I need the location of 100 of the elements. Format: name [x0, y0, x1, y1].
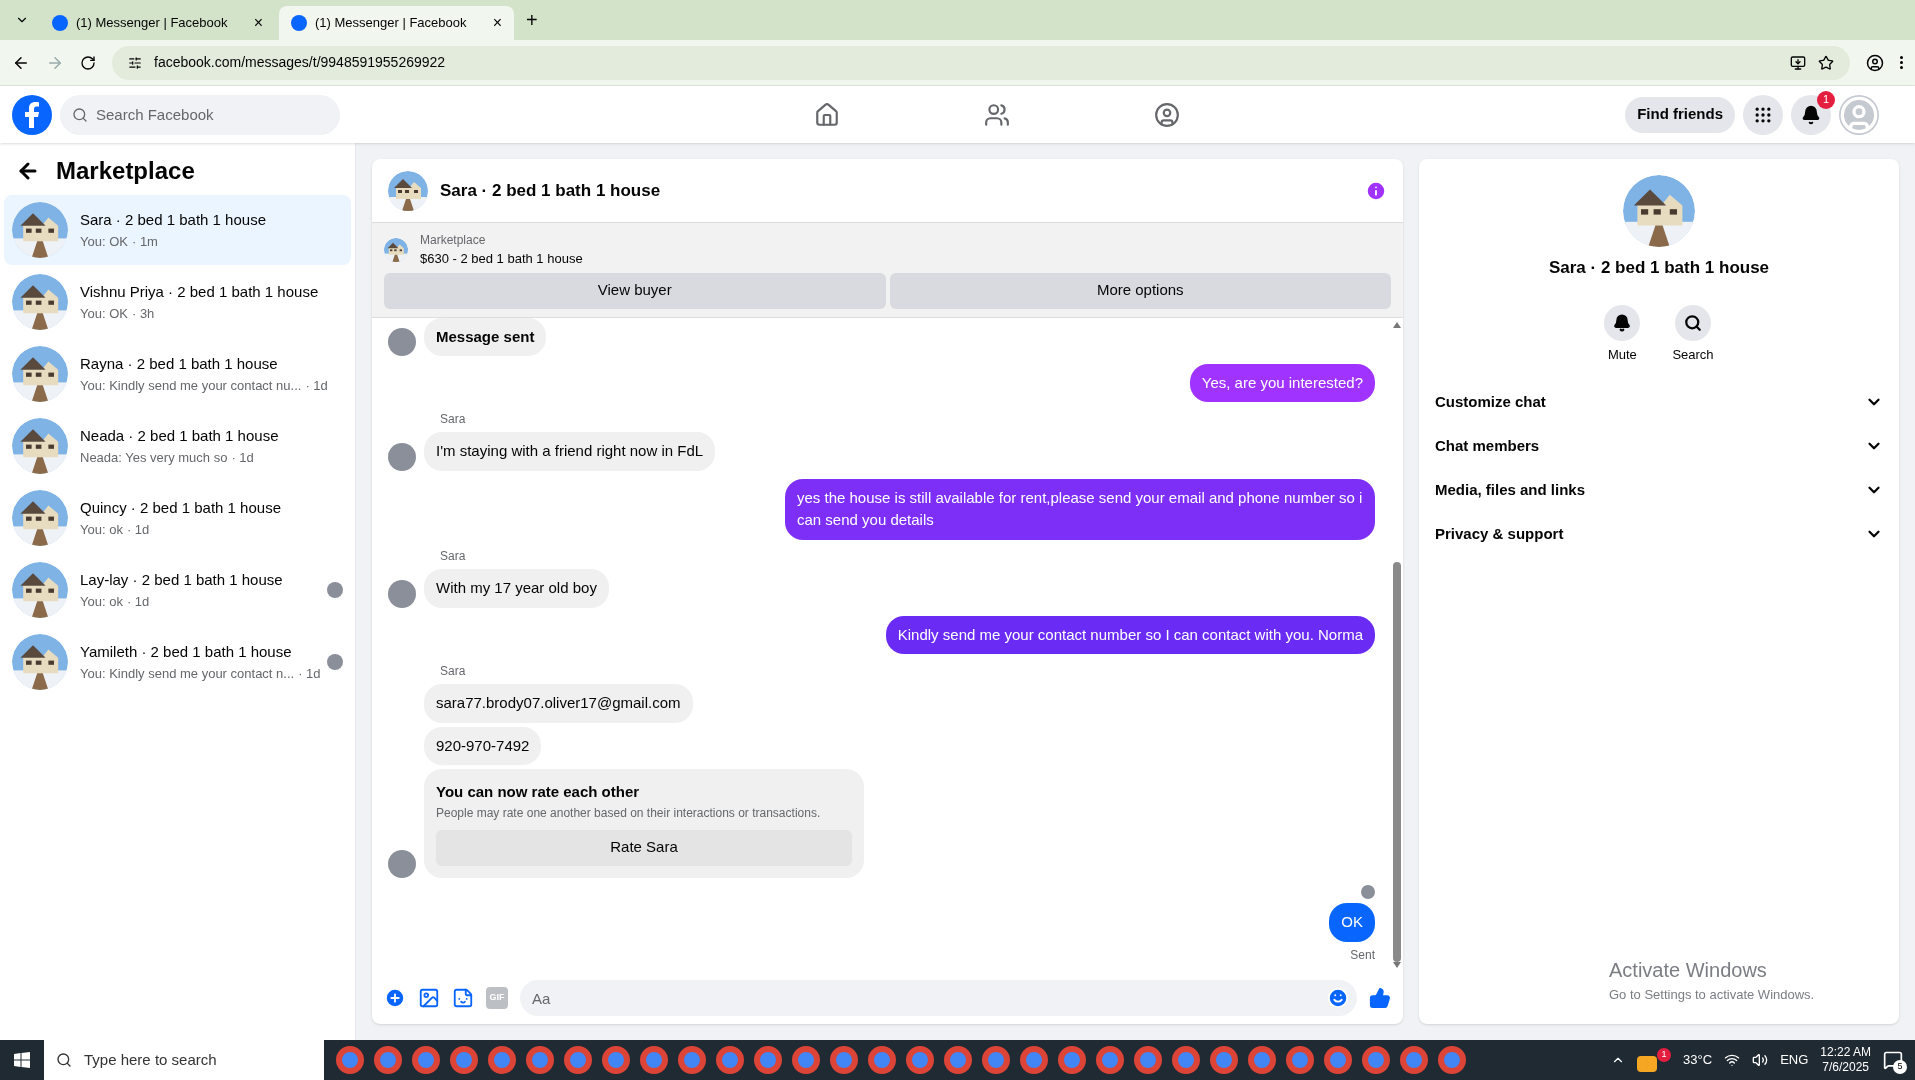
conversation-item[interactable]: Lay-lay · 2 bed 1 bath 1 house You: ok · 1d [4, 555, 351, 625]
taskbar-search-field[interactable]: Type here to search [44, 1040, 324, 1080]
chrome-taskbar-icon[interactable] [450, 1046, 478, 1074]
listing-action-button[interactable]: More options [889, 272, 1391, 309]
new-tab-button[interactable]: + [518, 10, 546, 30]
notification-center-icon[interactable] [1883, 1050, 1903, 1070]
tab-title: (1) Messenger | Facebook [76, 14, 229, 33]
site-settings-icon[interactable] [128, 55, 142, 70]
close-tab-button[interactable]: × [492, 15, 502, 31]
profile-icon[interactable] [1866, 53, 1884, 72]
message-time: · 1d [231, 448, 254, 467]
message-input[interactable]: Aa [520, 980, 1357, 1016]
network-icon[interactable] [1724, 1052, 1741, 1068]
browser-tab[interactable]: (1) Messenger | Facebook × [279, 6, 514, 40]
facebook-logo-icon[interactable] [12, 94, 52, 135]
details-section[interactable]: Privacy & support [1427, 512, 1891, 556]
photo-icon[interactable] [418, 987, 440, 1009]
message-preview: You: Kindly send me your contact nu... [80, 376, 302, 395]
conversation-item[interactable]: Quincy · 2 bed 1 bath 1 house You: ok · 1d [4, 483, 351, 553]
chrome-taskbar-icon[interactable] [1248, 1046, 1276, 1074]
message-time: · 1m [131, 232, 158, 251]
sent-message-bubble: OK [1329, 903, 1375, 942]
weather-icon[interactable] [1637, 1056, 1658, 1072]
rate-button[interactable]: Rate Sara [436, 829, 852, 866]
rating-card-title: You can now rate each other [436, 782, 641, 803]
volume-icon[interactable] [1752, 1052, 1769, 1068]
chrome-taskbar-icon[interactable] [488, 1046, 516, 1074]
details-section[interactable]: Media, files and links [1427, 468, 1891, 512]
activation-watermark-text: Go to Settings to activate Windows. [1609, 985, 1815, 1004]
close-tab-button[interactable]: × [253, 15, 263, 31]
chrome-taskbar-icon[interactable] [1172, 1046, 1200, 1074]
chrome-taskbar-icon[interactable] [754, 1046, 782, 1074]
sticker-icon[interactable] [452, 987, 474, 1009]
info-icon[interactable] [1365, 179, 1387, 202]
conversation-item[interactable]: Vishnu Priya · 2 bed 1 bath 1 house You: OK · 3h [4, 267, 351, 337]
chrome-taskbar-icon[interactable] [1362, 1046, 1390, 1074]
details-section[interactable]: Customize chat [1427, 380, 1891, 424]
chrome-taskbar-icon[interactable] [1324, 1046, 1352, 1074]
chrome-taskbar-icon[interactable] [640, 1046, 668, 1074]
scroll-up-arrow-icon[interactable] [1393, 321, 1401, 328]
chrome-taskbar-icon[interactable] [1400, 1046, 1428, 1074]
conversation-item[interactable]: Rayna · 2 bed 1 bath 1 house You: Kindly send me your contact nu... · 1d [4, 339, 351, 409]
chrome-taskbar-icon[interactable] [678, 1046, 706, 1074]
chrome-taskbar-icon[interactable] [982, 1046, 1010, 1074]
apps-grid-button[interactable] [1743, 94, 1783, 135]
chrome-taskbar-icon[interactable] [602, 1046, 630, 1074]
add-icon[interactable] [384, 987, 406, 1009]
received-message-bubble: 920-970-7492 [424, 726, 542, 766]
conversation-item[interactable]: Yamileth · 2 bed 1 bath 1 house You: Kindly send me your contact n... · 1d [4, 627, 351, 697]
emoji-icon[interactable] [1327, 987, 1349, 1009]
browser-tab[interactable]: (1) Messenger | Facebook × [40, 6, 275, 40]
sent-message-bubble: Yes, are you interested? [1189, 363, 1375, 403]
conversation-item[interactable]: Neada · 2 bed 1 bath 1 house Neada: Yes very much so · 1d [4, 411, 351, 481]
bookmark-star-icon[interactable] [1818, 54, 1834, 71]
listing-action-button[interactable]: View buyer [384, 272, 886, 309]
facebook-favicon-icon [291, 15, 307, 31]
chrome-taskbar-icon[interactable] [1438, 1046, 1466, 1074]
chrome-taskbar-icon[interactable] [1134, 1046, 1162, 1074]
reload-icon[interactable] [80, 54, 96, 71]
conversation-item[interactable]: Sara · 2 bed 1 bath 1 house You: OK · 1m [4, 195, 351, 265]
message-preview: You: OK [80, 232, 128, 251]
chrome-taskbar-icon[interactable] [412, 1046, 440, 1074]
chrome-taskbar-icon[interactable] [526, 1046, 554, 1074]
find-friends-button[interactable]: Find friends [1625, 96, 1735, 133]
scroll-down-arrow-icon[interactable] [1393, 962, 1401, 968]
like-icon[interactable] [1369, 987, 1391, 1009]
chrome-taskbar-icon[interactable] [944, 1046, 972, 1074]
sender-name: Sara [440, 663, 467, 681]
chrome-taskbar-icon[interactable] [564, 1046, 592, 1074]
chrome-taskbar-icon[interactable] [336, 1046, 364, 1074]
chrome-taskbar-icon[interactable] [830, 1046, 858, 1074]
details-section[interactable]: Chat members [1427, 424, 1891, 468]
address-field[interactable]: facebook.com/messages/t/9948591955269922 [112, 45, 1850, 80]
chrome-taskbar-icon[interactable] [906, 1046, 934, 1074]
listing-label: Marketplace [420, 232, 487, 249]
sent-message-bubble: Kindly send me your contact number so I can contact with you. Norma [885, 615, 1375, 655]
listing-title: $630 - 2 bed 1 bath 1 house [420, 250, 583, 268]
install-icon[interactable] [1790, 54, 1806, 71]
chrome-taskbar-icon[interactable] [1096, 1046, 1124, 1074]
chrome-taskbar-icon[interactable] [716, 1046, 744, 1074]
chrome-taskbar-icon[interactable] [1286, 1046, 1314, 1074]
tab-title: (1) Messenger | Facebook [315, 14, 468, 33]
chrome-taskbar-icon[interactable] [1058, 1046, 1086, 1074]
conversation-name: Lay-lay · 2 bed 1 bath 1 house [80, 570, 284, 590]
rating-card-text: People may rate one another based on their interactions or transactions. [436, 804, 822, 822]
house-avatar [12, 634, 68, 690]
chrome-taskbar-icon[interactable] [868, 1046, 896, 1074]
chrome-taskbar-icon[interactable] [792, 1046, 820, 1074]
message-preview: You: OK [80, 304, 128, 323]
menu-icon[interactable] [1900, 56, 1903, 69]
language-indicator[interactable]: ENG [1780, 1050, 1809, 1070]
house-avatar [12, 418, 68, 474]
chrome-taskbar-icon[interactable] [374, 1046, 402, 1074]
message-time: · 1d [126, 592, 150, 611]
chrome-taskbar-icon[interactable] [1020, 1046, 1048, 1074]
sender-name: Sara [440, 411, 467, 429]
chrome-taskbar-icon[interactable] [1210, 1046, 1238, 1074]
search-field[interactable]: Search Facebook [60, 94, 340, 135]
conversation-name: Sara · 2 bed 1 bath 1 house [80, 210, 267, 230]
conversation-name: Quincy · 2 bed 1 bath 1 house [80, 498, 282, 518]
